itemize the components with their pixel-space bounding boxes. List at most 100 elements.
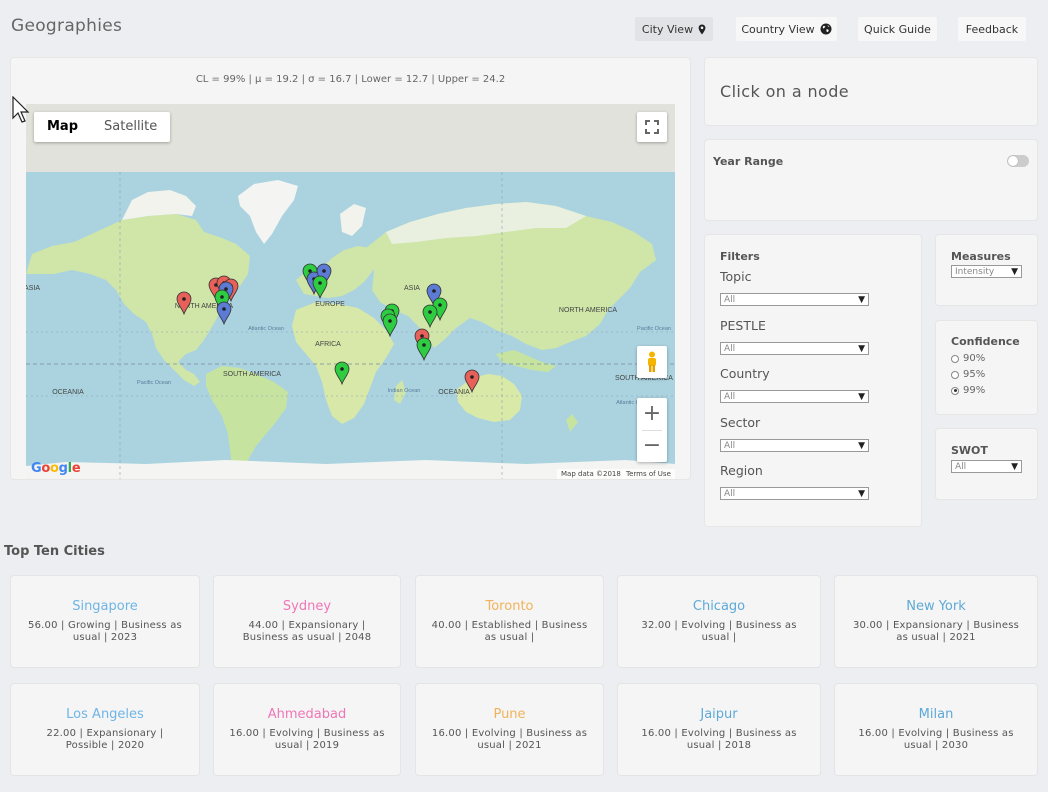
map-type-control: Map Satellite [34,112,171,142]
city-card[interactable]: Jaipur 16.00 | Evolving | Business as us… [618,684,820,775]
pegman-icon [648,351,656,372]
world-map[interactable]: NORTH AMERICA SOUTH AMERICA EUROPE AFRIC… [26,104,675,479]
greenland-landmass [238,180,298,244]
zoom-in-button[interactable]: + [637,398,667,430]
street-view-button[interactable] [637,346,667,378]
confidence-option-90[interactable]: 90% [951,353,985,364]
dropdown-arrow-icon: ▼ [858,391,865,402]
dropdown-arrow-icon: ▼ [1011,461,1018,472]
label-asia: ASIA [404,285,420,292]
radio-button[interactable] [951,370,959,379]
city-card[interactable]: Pune 16.00 | Evolving | Business as usua… [416,684,603,775]
label-oceania-west: OCEANIA [52,389,84,396]
city-details: 32.00 | Evolving | Business as usual | [641,620,797,643]
fullscreen-icon [645,120,659,134]
filter-region-select[interactable]: All ▼ [720,487,869,500]
fullscreen-button[interactable] [637,112,667,142]
label-asia-west: ASIA [26,285,40,292]
zoom-control: + − [637,398,667,462]
filter-pestle-label: PESTLE [720,318,766,333]
label-atlantic: Atlantic Ocean [248,326,284,332]
city-card[interactable]: Ahmedabad 16.00 | Evolving | Business as… [214,684,400,775]
year-range-panel [705,140,1037,220]
city-details: 30.00 | Expansionary | Business as usual… [852,620,1020,643]
dropdown-arrow-icon: ▼ [858,294,865,305]
measures-value: Intensity [955,266,995,277]
confidence-title: Confidence [951,335,1020,348]
label-africa: AFRICA [315,341,341,348]
google-logo: Google [31,461,81,476]
city-card[interactable]: Milan 16.00 | Evolving | Business as usu… [835,684,1037,775]
filter-country-label: Country [720,366,770,381]
filter-pestle-value: All [724,343,736,354]
label-oceania-east: OCEANIA [438,389,470,396]
quick-guide-button[interactable]: Quick Guide [858,17,937,41]
city-card[interactable]: Singapore 56.00 | Growing | Business as … [11,576,199,667]
map-data-credit: Map data ©2018 [557,469,625,479]
city-card[interactable]: Sydney 44.00 | Expansionary | Business a… [214,576,400,667]
filter-topic-value: All [724,294,736,305]
filter-region-value: All [724,488,736,499]
map-pin-icon [698,24,706,34]
city-card[interactable]: Toronto 40.00 | Established | Business a… [416,576,603,667]
measures-select[interactable]: Intensity ▼ [951,265,1022,278]
map-marker-pin-icon[interactable] [416,337,432,362]
mouse-cursor-icon [12,96,30,123]
filter-region-label: Region [720,463,763,478]
toggle-knob [1008,156,1018,166]
city-name: Chicago [692,599,746,614]
city-card[interactable]: Los Angeles 22.00 | Expansionary | Possi… [11,684,199,775]
terms-of-use-link[interactable]: Terms of Use [622,469,675,479]
label-pacific-east: Pacific Ocean [637,326,671,332]
year-range-toggle[interactable] [1007,155,1029,167]
measures-title: Measures [951,250,1011,263]
swot-title: SWOT [951,444,988,457]
feedback-button[interactable]: Feedback [958,17,1026,41]
city-card[interactable]: New York 30.00 | Expansionary | Business… [835,576,1037,667]
radio-button-selected[interactable] [951,386,959,395]
dropdown-arrow-icon: ▼ [858,440,865,451]
confidence-stats: CL = 99% | μ = 19.2 | σ = 16.7 | Lower =… [195,74,506,85]
year-range-label: Year Range [713,155,784,168]
city-name: Toronto [485,599,534,614]
filters-title: Filters [720,250,760,263]
radio-button[interactable] [951,354,959,363]
filter-sector-select[interactable]: All ▼ [720,439,869,452]
dropdown-arrow-icon: ▼ [858,488,865,499]
filter-pestle-select[interactable]: All ▼ [720,342,869,355]
label-south-america: SOUTH AMERICA [223,371,281,378]
filter-topic-select[interactable]: All ▼ [720,293,869,306]
swot-select[interactable]: All ▼ [951,460,1022,473]
country-view-button[interactable]: Country View [736,17,837,41]
city-name: Pune [493,707,526,722]
city-details: 16.00 | Evolving | Business as usual | 2… [229,728,385,751]
label-pacific-west: Pacific Ocean [137,380,171,386]
filter-topic-label: Topic [720,269,752,284]
city-view-button[interactable]: City View [635,17,713,41]
map-type-map-button[interactable]: Map [34,112,91,142]
city-name: Los Angeles [66,707,144,722]
filter-country-select[interactable]: All ▼ [720,390,869,403]
zoom-out-button[interactable]: − [637,430,667,462]
confidence-option-95[interactable]: 95% [951,369,985,380]
city-name: Singapore [72,599,138,614]
city-details: 16.00 | Evolving | Business as usual | 2… [641,728,797,751]
filter-sector-value: All [724,440,736,451]
country-view-label: Country View [741,22,815,36]
map-type-satellite-button[interactable]: Satellite [91,112,170,142]
city-name: Sydney [282,599,332,614]
city-name: Milan [918,707,954,722]
label-europe: EUROPE [315,301,345,308]
label-north-america-east: NORTH AMERICA [559,307,618,314]
confidence-option-label: 99% [963,385,986,396]
confidence-option-99[interactable]: 99% [951,385,985,396]
city-details: 56.00 | Growing | Business as usual | 20… [28,620,182,643]
swot-value: All [955,461,967,472]
city-details: 16.00 | Evolving | Business as usual | 2… [858,728,1014,751]
city-name: New York [906,599,966,614]
map-marker-pin-icon[interactable] [216,301,232,326]
top-cities-title: Top Ten Cities [4,544,105,559]
filter-sector-label: Sector [720,415,761,430]
label-indian: Indian Ocean [388,388,421,394]
city-card[interactable]: Chicago 32.00 | Evolving | Business as u… [618,576,820,667]
